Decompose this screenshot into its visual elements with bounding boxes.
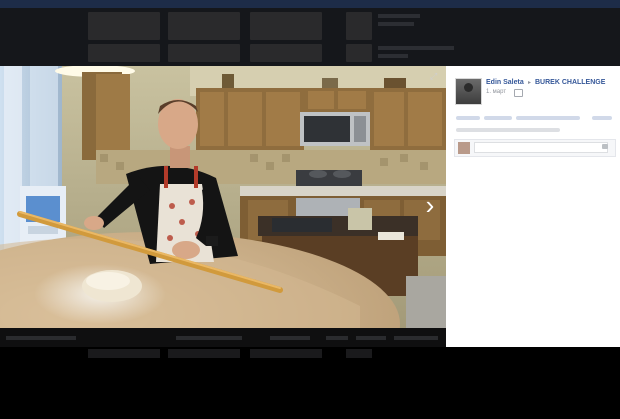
camera-icon[interactable] xyxy=(602,144,608,149)
reactions-summary[interactable] xyxy=(456,128,560,132)
chevron-right-icon[interactable]: › xyxy=(422,192,438,218)
background-text xyxy=(378,54,408,58)
background-thumbnail xyxy=(346,349,372,358)
post-date[interactable]: 1. март xyxy=(486,89,506,95)
like-action[interactable] xyxy=(456,116,480,120)
post-actions xyxy=(454,116,614,132)
previous-photo-zone[interactable] xyxy=(0,66,40,328)
background-thumbnail xyxy=(88,349,160,358)
shared-to-arrow-icon: ▸ xyxy=(528,80,532,86)
background-thumbnail xyxy=(250,349,322,358)
tag-action[interactable] xyxy=(592,116,612,120)
group-name-link[interactable]: BUREK CHALLENGE xyxy=(535,79,605,86)
footer-text xyxy=(356,336,386,340)
background-text xyxy=(378,46,454,50)
expand-icon[interactable]: ⤢ xyxy=(430,72,439,81)
background-page xyxy=(0,0,620,66)
avatar xyxy=(458,142,470,154)
comment-action[interactable] xyxy=(484,116,512,120)
background-thumbnail xyxy=(88,12,160,40)
background-text xyxy=(378,22,414,26)
background-thumbnail xyxy=(250,44,322,62)
background-thumbnail xyxy=(346,12,372,40)
author-name-link[interactable]: Edin Saleta xyxy=(486,79,524,86)
footer-text xyxy=(326,336,348,340)
background-thumbnail xyxy=(168,12,240,40)
background-text xyxy=(378,14,420,18)
comment-box xyxy=(454,139,616,157)
comment-input[interactable] xyxy=(474,142,608,153)
background-top-bar xyxy=(0,0,620,8)
footer-text xyxy=(6,336,76,340)
share-action[interactable] xyxy=(516,116,580,120)
background-thumbnail xyxy=(88,44,160,62)
kitchen-photo xyxy=(0,66,446,328)
background-thumbnail xyxy=(168,44,240,62)
post-side-panel: Edin Saleta ▸ BUREK CHALLENGE 1. март xyxy=(446,66,620,347)
photo-footer xyxy=(0,328,446,347)
background-thumbnail xyxy=(250,12,322,40)
background-thumbnail xyxy=(346,44,372,62)
globe-icon xyxy=(514,89,523,97)
background-thumbnail xyxy=(168,349,240,358)
footer-text xyxy=(394,336,438,340)
footer-text xyxy=(270,336,310,340)
photo-stage[interactable]: ⤢ › xyxy=(0,66,446,328)
avatar[interactable] xyxy=(455,78,482,105)
footer-text xyxy=(176,336,242,340)
